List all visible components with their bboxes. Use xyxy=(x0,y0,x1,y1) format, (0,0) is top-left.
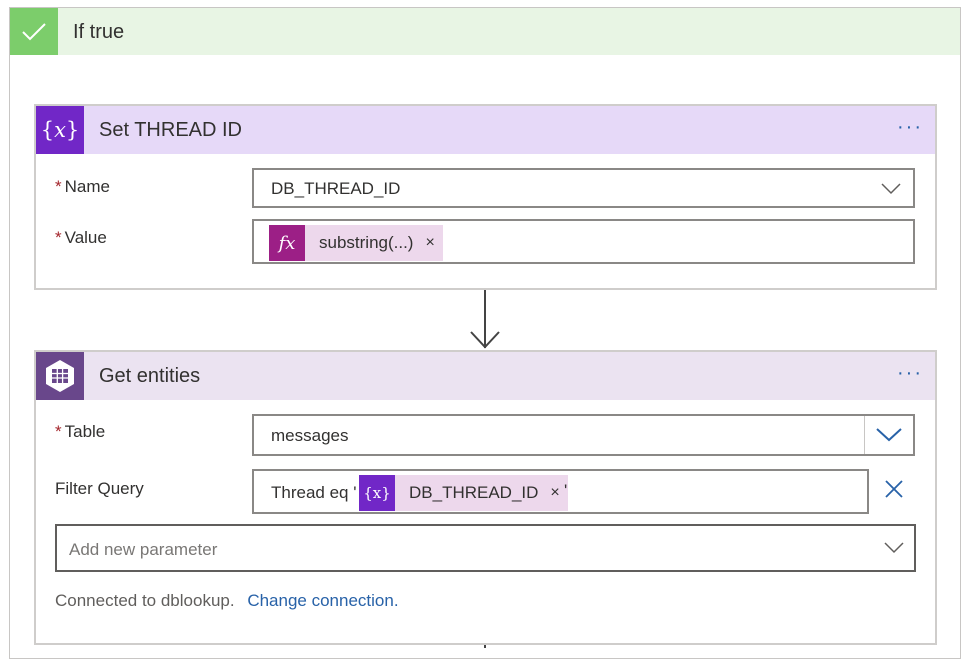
name-label: * Name xyxy=(55,177,110,197)
table-label: * Table xyxy=(55,422,105,442)
variable-icon: {x} xyxy=(36,106,84,154)
more-options-button[interactable]: ··· xyxy=(897,116,923,139)
change-connection-link[interactable]: Change connection. xyxy=(247,591,398,610)
connected-text: Connected to dblookup. xyxy=(55,591,235,610)
name-value: DB_THREAD_ID xyxy=(271,179,401,198)
remove-token-button[interactable]: × xyxy=(425,234,434,252)
filter-prefix: Thread eq ' xyxy=(271,483,357,502)
table-label-text: Table xyxy=(64,422,106,441)
value-input[interactable]: fx substring(...) × xyxy=(252,219,915,264)
token-label: substring(...) xyxy=(319,233,414,252)
table-storage-icon xyxy=(36,352,84,400)
get-entities-card: Get entities ··· * Table messages Filter … xyxy=(34,350,937,645)
value-label: * Value xyxy=(55,228,107,248)
set-thread-id-card: {x} Set THREAD ID ··· * Name DB_THREAD_ID… xyxy=(34,104,937,290)
more-options-button[interactable]: ··· xyxy=(897,362,923,385)
card-title: Set THREAD ID xyxy=(99,119,242,141)
add-new-parameter-dropdown[interactable]: Add new parameter xyxy=(55,524,916,572)
chevron-down-icon xyxy=(876,428,902,442)
required-mark: * xyxy=(55,228,62,247)
required-mark: * xyxy=(55,422,62,441)
dropdown-button[interactable] xyxy=(864,416,913,454)
expression-token[interactable]: fx substring(...) × xyxy=(269,225,443,261)
get-entities-header[interactable]: Get entities ··· xyxy=(36,352,935,400)
chevron-down-icon xyxy=(884,542,904,554)
variable-icon: {x} xyxy=(359,475,395,511)
table-value: messages xyxy=(271,426,349,445)
remove-token-button[interactable]: × xyxy=(550,484,559,502)
if-true-title: If true xyxy=(73,21,125,43)
value-label-text: Value xyxy=(64,228,107,247)
filter-suffix: ' xyxy=(564,481,568,500)
connection-info: Connected to dblookup. Change connection… xyxy=(55,591,399,611)
name-label-text: Name xyxy=(64,177,110,196)
variable-token[interactable]: {x} DB_THREAD_ID × xyxy=(359,475,568,511)
table-dropdown[interactable]: messages xyxy=(252,414,915,456)
chevron-down-icon xyxy=(881,183,901,195)
if-true-header[interactable]: If true xyxy=(10,8,960,55)
name-dropdown[interactable]: DB_THREAD_ID xyxy=(252,168,915,208)
required-mark: * xyxy=(55,177,62,196)
fx-icon: fx xyxy=(269,225,305,261)
arrow-head-icon xyxy=(470,331,500,349)
token-label: DB_THREAD_ID xyxy=(409,483,539,502)
add-parameter-placeholder: Add new parameter xyxy=(69,540,218,559)
set-thread-id-header[interactable]: {x} Set THREAD ID ··· xyxy=(36,106,935,154)
filter-query-input[interactable]: Thread eq ' {x} DB_THREAD_ID × ' xyxy=(252,469,869,514)
filter-query-label: Filter Query xyxy=(55,479,144,498)
card-title: Get entities xyxy=(99,365,201,387)
svg-text:{x}: {x} xyxy=(41,118,80,142)
close-icon[interactable] xyxy=(884,479,904,499)
check-icon xyxy=(10,8,58,55)
